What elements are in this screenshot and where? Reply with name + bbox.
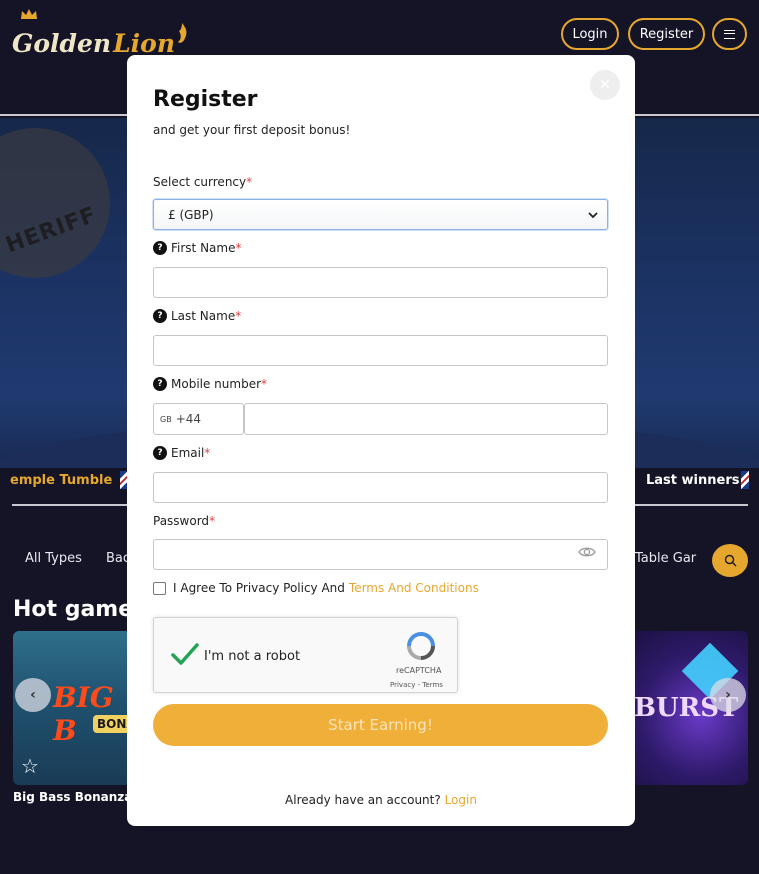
required-marker: * [204,446,211,460]
password-label: Password * [153,514,215,528]
checkmark-icon[interactable] [170,642,200,666]
country-flag-code: GB [160,414,172,424]
email-label-text: Email [171,446,205,460]
recaptcha-brand: reCAPTCHA [396,666,442,675]
agree-terms-checkbox[interactable] [153,581,166,595]
mobile-label: ? Mobile number * [153,377,267,391]
currency-select[interactable]: £ (GBP) [153,199,608,230]
modal-login-link[interactable]: Login [445,793,477,807]
first-name-input[interactable] [153,267,608,298]
help-icon[interactable]: ? [153,241,167,255]
already-account-row: Already have an account? Login [127,793,635,807]
recaptcha-widget[interactable]: I'm not a robot reCAPTCHA Privacy - Term… [153,617,458,693]
currency-label-text: Select currency [153,175,247,189]
modal-subtitle: and get your first deposit bonus! [153,123,351,137]
currency-label: Select currency * [153,175,252,189]
captcha-label: I'm not a robot [204,649,301,664]
email-input[interactable] [153,472,608,503]
dial-code: +44 [175,412,202,426]
help-icon[interactable]: ? [153,446,167,460]
already-account-text: Already have an account? [285,793,441,807]
last-name-input[interactable] [153,335,608,366]
required-marker: * [209,514,216,528]
mobile-label-text: Mobile number [171,377,262,391]
register-modal: ✕ Register and get your first deposit bo… [127,55,635,826]
help-icon[interactable]: ? [153,309,167,323]
last-name-label-text: Last Name [171,309,236,323]
currency-selected-value: £ (GBP) [168,207,214,222]
chevron-down-icon [588,212,598,219]
modal-title: Register [153,87,258,112]
required-marker: * [261,377,268,391]
required-marker: * [235,309,242,323]
agree-terms-text: I Agree To Privacy Policy And [173,581,345,595]
password-label-text: Password [153,514,210,528]
password-input[interactable] [153,539,608,570]
required-marker: * [235,241,242,255]
agree-terms-row: I Agree To Privacy Policy And Terms And … [153,581,479,595]
modal-close-button[interactable]: ✕ [590,70,620,100]
country-code-select[interactable]: GB +44 [153,403,244,435]
start-earning-button[interactable]: Start Earning! [153,704,608,746]
last-name-label: ? Last Name * [153,309,241,323]
first-name-label-text: First Name [171,241,236,255]
recaptcha-privacy-terms[interactable]: Privacy - Terms [390,681,443,689]
terms-conditions-link[interactable]: Terms And Conditions [349,581,479,595]
required-marker: * [246,175,253,189]
first-name-label: ? First Name * [153,241,241,255]
help-icon[interactable]: ? [153,377,167,391]
mobile-number-input[interactable] [244,403,608,435]
show-password-eye-icon[interactable] [578,545,596,559]
close-icon: ✕ [599,77,611,93]
email-label: ? Email * [153,446,210,460]
recaptcha-logo-icon [407,632,435,660]
